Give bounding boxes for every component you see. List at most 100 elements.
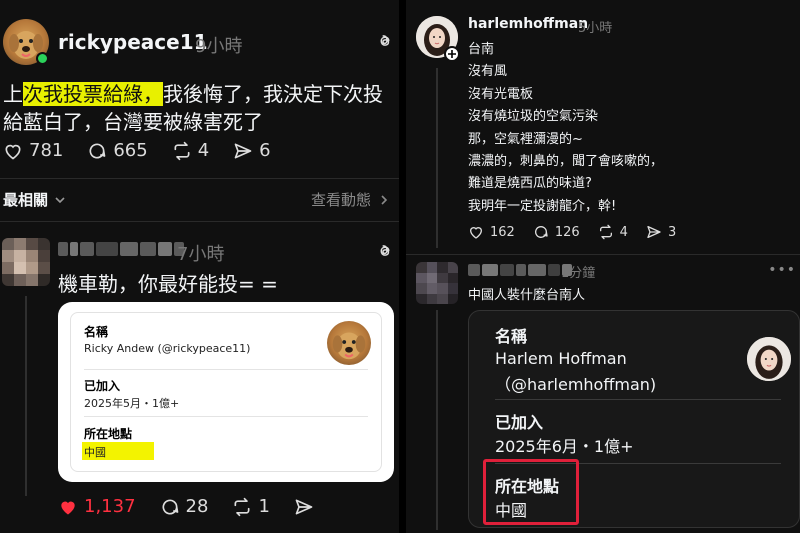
like-count: 162 — [490, 224, 515, 240]
more-icon[interactable]: ••• — [768, 262, 796, 278]
share-icon — [647, 226, 661, 238]
location-label: 所在地點 — [84, 427, 133, 441]
like-button[interactable]: 162 — [468, 224, 515, 240]
like-button[interactable]: 781 — [3, 140, 63, 161]
divider — [84, 369, 368, 370]
joined-value: 2025年5月・1億+ — [84, 397, 180, 410]
post-text-rest: 我後悔了，我決定下次投 — [163, 82, 383, 106]
repost-icon — [599, 224, 612, 240]
card-avatar — [747, 337, 791, 381]
share-button[interactable]: 3 — [646, 224, 676, 240]
reply-username-pixelated[interactable] — [468, 264, 572, 276]
post-line: 台南 — [468, 42, 495, 57]
post-line: 沒有光電板 — [468, 86, 534, 102]
name-value: Ricky Andew (@rickypeace11) — [84, 342, 251, 355]
comment-button[interactable]: 126 — [533, 224, 580, 240]
comment-count: 665 — [113, 140, 148, 161]
post-text-line2: 給藍白了，台灣要被綠害死了 — [3, 110, 263, 134]
comment-icon — [534, 226, 548, 238]
comment-icon — [162, 499, 178, 514]
plus-icon — [448, 50, 456, 58]
profile-info-card-inner: 名稱 Ricky Andew (@rickypeace11) 已加入 2025年… — [70, 312, 382, 472]
heart-icon — [61, 501, 75, 514]
reply-time: 7小時 — [177, 244, 225, 265]
post-text-prefix: 上 — [3, 82, 23, 106]
view-activity-link[interactable]: 查看動態 — [311, 189, 389, 210]
repost-icon — [174, 141, 190, 160]
name-line1: Harlem Hoffman — [495, 349, 627, 368]
reply-actions: 1,137 28 1 — [58, 496, 338, 517]
online-dot-icon — [36, 52, 49, 65]
card-avatar — [327, 321, 371, 365]
post-line: 我明年一定投謝龍介，幹! — [468, 198, 617, 214]
divider — [495, 399, 781, 400]
divider — [0, 221, 399, 222]
view-activity-label: 查看動態 — [310, 191, 371, 209]
repost-count: 4 — [619, 224, 628, 240]
follow-plus-button[interactable] — [444, 46, 460, 62]
like-button[interactable]: 1,137 — [58, 496, 136, 517]
share-button[interactable] — [294, 497, 314, 517]
comment-icon — [89, 143, 106, 158]
repost-button[interactable]: 1 — [232, 496, 270, 517]
repost-button[interactable]: 4 — [598, 224, 628, 240]
share-count: 3 — [667, 224, 677, 240]
threads-icon[interactable] — [376, 32, 394, 50]
post-line: 沒有風 — [468, 64, 508, 80]
profile-info-card: 名稱 Harlem Hoffman （@harlemhoffman) 已加入 2… — [468, 310, 800, 528]
post-actions: 781 665 4 6 — [3, 140, 295, 161]
left-screenshot: rickypeace11 9小時 上次我投票給綠，我後悔了，我決定下次投 給藍白… — [0, 0, 399, 533]
repost-icon — [234, 497, 250, 516]
divider — [0, 178, 399, 179]
share-button[interactable]: 6 — [233, 140, 271, 161]
post-time: 5小時 — [578, 21, 613, 36]
joined-value: 2025年6月・1億+ — [495, 437, 634, 456]
share-icon — [295, 499, 313, 514]
reply-text: 中國人裝什麼台南人 — [468, 288, 586, 303]
post-time: 9小時 — [195, 36, 243, 57]
sort-dropdown[interactable]: 最相關 — [3, 189, 66, 210]
right-screenshot: harlemhoffman 5小時 台南 沒有風 沒有光電板 沒有燒垃圾的空氣污… — [406, 0, 800, 533]
comment-button[interactable]: 28 — [160, 496, 209, 517]
sort-label: 最相關 — [3, 191, 49, 209]
post-actions: 162 126 4 3 — [468, 224, 700, 240]
post-line: 那，空氣裡瀰漫的~ — [468, 131, 583, 147]
post-body: 台南 沒有風 沒有光電板 沒有燒垃圾的空氣污染 那，空氣裡瀰漫的~ 濃濃的，刺鼻… — [468, 39, 663, 218]
chevron-down-icon — [55, 196, 65, 203]
threads-icon[interactable] — [376, 242, 394, 260]
comment-button[interactable]: 665 — [87, 140, 148, 161]
share-icon — [234, 143, 252, 158]
thread-line — [436, 68, 438, 248]
heart-icon — [5, 144, 21, 159]
profile-info-card: 名稱 Ricky Andew (@rickypeace11) 已加入 2025年… — [58, 302, 394, 482]
name-line2: （@harlemhoffman) — [495, 375, 657, 394]
location-value: 中國 — [84, 446, 106, 459]
location-value: 中國 — [495, 501, 528, 520]
name-label: 名稱 — [495, 327, 528, 346]
post-username[interactable]: harlemhoffman — [468, 16, 588, 32]
reply-time: 1分鐘 — [561, 266, 596, 281]
repost-count: 4 — [197, 140, 210, 161]
post-line: 濃濃的，刺鼻的，聞了會咳嗽的， — [468, 154, 664, 170]
post-text-highlight: 次我投票給綠， — [23, 82, 163, 106]
post-text-line1: 上次我投票給綠，我後悔了，我決定下次投 — [3, 78, 383, 107]
repost-count: 1 — [258, 496, 270, 517]
comment-count: 126 — [554, 224, 580, 240]
post-username[interactable]: rickypeace11 — [58, 30, 208, 54]
comment-count: 28 — [185, 496, 209, 517]
post-line: 難道是燒西瓜的味道? — [468, 176, 592, 192]
thread-line — [25, 296, 27, 496]
reply-username-pixelated[interactable] — [58, 242, 184, 256]
repost-button[interactable]: 4 — [172, 140, 209, 161]
reply-avatar-pixelated[interactable] — [416, 262, 458, 304]
like-count: 1,137 — [84, 496, 136, 517]
thread-line — [436, 310, 438, 530]
reply-avatar-pixelated[interactable] — [2, 238, 50, 286]
share-count: 6 — [259, 140, 271, 161]
joined-label: 已加入 — [495, 413, 544, 432]
dog-face-icon — [332, 332, 366, 360]
person-photo-icon — [747, 337, 791, 381]
divider — [406, 254, 800, 255]
name-label: 名稱 — [84, 325, 109, 339]
post-line: 沒有燒垃圾的空氣污染 — [468, 109, 599, 125]
